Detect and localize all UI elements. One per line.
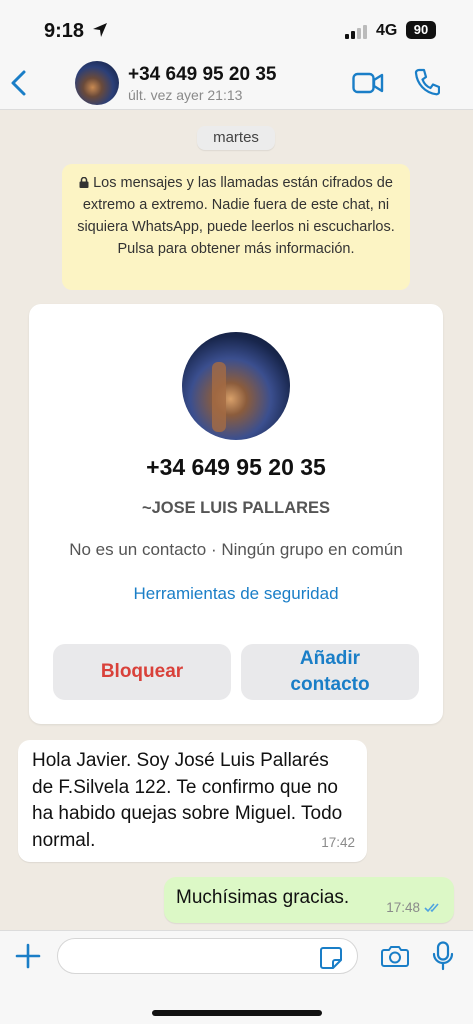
avatar[interactable] <box>75 61 119 105</box>
sticker-icon[interactable] <box>319 946 343 970</box>
plus-icon[interactable] <box>15 943 41 969</box>
status-bar: 9:18 4G 90 <box>0 0 473 56</box>
message-meta: 17:48 <box>386 900 442 915</box>
contact-nickname: ~JOSE LUIS PALLARES <box>141 499 331 517</box>
last-seen: últ. vez ayer 21:13 <box>128 87 243 103</box>
location-arrow-icon <box>93 23 107 37</box>
message-input-bar <box>0 930 473 1024</box>
contact-meta: No es un contacto · Ningún grupo en comú… <box>69 540 403 559</box>
message-text: Hola Javier. Soy José Luis Pallarés de F… <box>32 750 343 851</box>
phone-icon[interactable] <box>414 68 440 96</box>
day-separator: martes <box>197 126 275 150</box>
network-label: 4G <box>376 22 398 39</box>
message-time: 17:48 <box>386 900 420 915</box>
battery-indicator: 90 <box>406 21 436 39</box>
chat-area: martes Los mensajes y las llamadas están… <box>0 110 473 930</box>
video-camera-icon[interactable] <box>352 72 384 94</box>
encryption-notice-text: Los mensajes y las llamadas están cifrad… <box>77 175 395 257</box>
message-text: Muchísimas gracias. <box>176 887 350 908</box>
contact-info-card: +34 649 95 20 35 ~JOSE LUIS PALLARES No … <box>29 304 443 724</box>
add-contact-label: Añadir contacto <box>290 648 370 695</box>
incoming-message[interactable]: Hola Javier. Soy José Luis Pallarés de F… <box>18 740 367 862</box>
block-button[interactable]: Bloquear <box>53 644 231 700</box>
security-tools-link[interactable]: Herramientas de seguridad <box>29 584 443 604</box>
chevron-left-icon[interactable] <box>8 68 30 98</box>
status-time: 9:18 <box>44 20 85 42</box>
message-input[interactable] <box>57 938 358 974</box>
chat-header: +34 649 95 20 35 últ. vez ayer 21:13 <box>0 56 473 110</box>
contact-name[interactable]: +34 649 95 20 35 <box>128 64 276 86</box>
camera-icon[interactable] <box>381 944 409 968</box>
contact-phone: +34 649 95 20 35 <box>146 454 326 480</box>
encryption-notice[interactable]: Los mensajes y las llamadas están cifrad… <box>62 164 410 290</box>
signal-icon <box>345 25 367 39</box>
add-contact-button[interactable]: Añadir contacto <box>241 644 419 700</box>
contact-avatar-large[interactable] <box>182 332 290 440</box>
lock-icon <box>79 177 89 188</box>
microphone-icon[interactable] <box>432 941 454 971</box>
message-time: 17:42 <box>321 834 355 850</box>
outgoing-message[interactable]: Muchísimas gracias. 17:48 <box>164 877 454 923</box>
double-check-icon <box>424 903 439 913</box>
home-indicator <box>152 1010 322 1016</box>
